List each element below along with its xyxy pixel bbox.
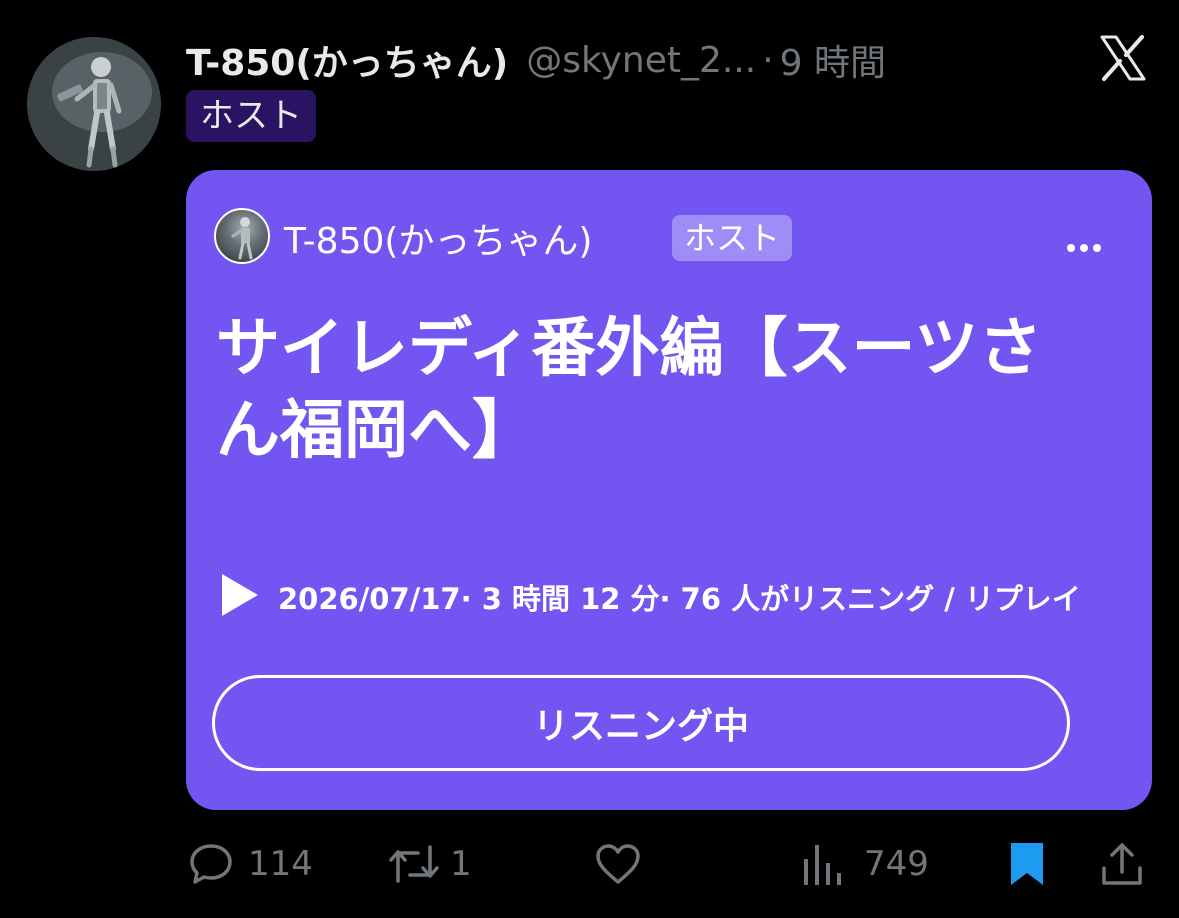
reply-count: 114 bbox=[248, 844, 313, 884]
host-role-badge: ホスト bbox=[186, 90, 316, 142]
space-card[interactable]: T-850(かっちゃん) ホスト サイレディ番外編【スーツさん福岡へ】 2026… bbox=[186, 170, 1152, 810]
share-icon bbox=[1100, 840, 1144, 888]
heart-icon bbox=[594, 841, 642, 887]
user-handle[interactable]: @skynet_2... bbox=[526, 40, 756, 81]
card-host-name: T-850(かっちゃん) bbox=[284, 221, 593, 262]
share-button[interactable] bbox=[1100, 836, 1144, 892]
bookmark-filled-icon bbox=[1008, 840, 1046, 888]
x-logo-icon bbox=[1098, 33, 1148, 83]
views-bar-chart-icon bbox=[802, 841, 846, 887]
like-button[interactable] bbox=[594, 836, 642, 892]
tweet-action-bar: 114 1 749 bbox=[0, 836, 1179, 892]
repost-button[interactable]: 1 bbox=[388, 836, 472, 892]
views-button[interactable]: 749 bbox=[802, 836, 929, 892]
card-host-badge: ホスト bbox=[672, 215, 793, 261]
listening-button[interactable]: リスニング中 bbox=[212, 675, 1070, 771]
reply-bubble-icon bbox=[188, 841, 234, 887]
space-meta: 2026/07/17· 3 時間 12 分· 76 人がリスニング / リプレイ bbox=[278, 582, 1081, 616]
reply-button[interactable]: 114 bbox=[188, 836, 313, 892]
timestamp[interactable]: 9 時間 bbox=[780, 34, 886, 86]
space-title: サイレディ番外編【スーツさん福岡へ】 bbox=[216, 312, 1043, 468]
repost-icon bbox=[388, 841, 440, 887]
separator-dot: · bbox=[762, 39, 774, 81]
play-icon[interactable] bbox=[220, 572, 260, 618]
more-horizontal-icon[interactable] bbox=[1064, 240, 1104, 256]
card-host-avatar bbox=[214, 208, 270, 264]
views-count: 749 bbox=[864, 844, 929, 884]
display-name[interactable]: T-850(かっちゃん) bbox=[186, 34, 508, 86]
bookmark-button[interactable] bbox=[1008, 836, 1046, 892]
repost-count: 1 bbox=[450, 844, 472, 884]
avatar[interactable] bbox=[27, 37, 161, 171]
tweet-header: T-850(かっちゃん) @skynet_2... · 9 時間 bbox=[186, 32, 886, 88]
